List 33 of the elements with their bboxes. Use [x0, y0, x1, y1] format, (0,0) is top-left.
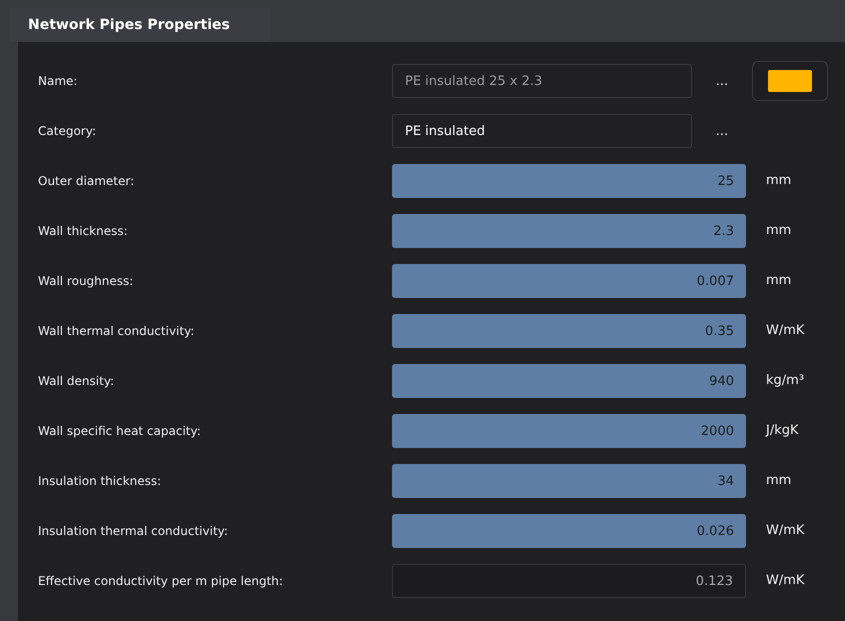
field-label: Outer diameter: — [38, 173, 136, 190]
panel-title: Network Pipes Properties — [10, 8, 270, 42]
unit-label: W/mK — [766, 522, 804, 540]
field-label: Insulation thickness: — [38, 473, 162, 490]
field-label: Wall density: — [38, 373, 116, 390]
number-field[interactable]: 2.3 — [392, 214, 746, 248]
field-label: Wall thermal conductivity: — [38, 323, 196, 340]
number-field[interactable]: 0.35 — [392, 314, 746, 348]
browse-button[interactable]: ... — [714, 124, 730, 138]
number-field[interactable]: 0.026 — [392, 514, 746, 548]
field-label: Wall roughness: — [38, 273, 134, 290]
field-label: Name: — [38, 73, 78, 90]
unit-label: W/mK — [766, 572, 804, 590]
unit-label: mm — [766, 472, 792, 490]
unit-label: mm — [766, 172, 792, 190]
unit-label: W/mK — [766, 322, 804, 340]
number-field[interactable]: 940 — [392, 364, 746, 398]
text-field[interactable]: PE insulated — [392, 114, 692, 148]
color-picker-button[interactable] — [752, 61, 828, 101]
unit-label: J/kgK — [766, 422, 799, 440]
number-field[interactable]: 34 — [392, 464, 746, 498]
readonly-field[interactable]: 0.123 — [392, 564, 746, 598]
number-field[interactable]: 0.007 — [392, 264, 746, 298]
field-label: Category: — [38, 123, 97, 140]
number-field[interactable]: 25 — [392, 164, 746, 198]
field-label: Wall thickness: — [38, 223, 129, 240]
field-label: Insulation thermal conductivity: — [38, 523, 229, 540]
field-label: Wall specific heat capacity: — [38, 423, 202, 440]
field-label: Effective conductivity per m pipe length: — [38, 573, 284, 590]
unit-label: kg/m³ — [766, 372, 804, 390]
unit-label: mm — [766, 272, 792, 290]
unit-label: mm — [766, 222, 792, 240]
number-field[interactable]: 2000 — [392, 414, 746, 448]
